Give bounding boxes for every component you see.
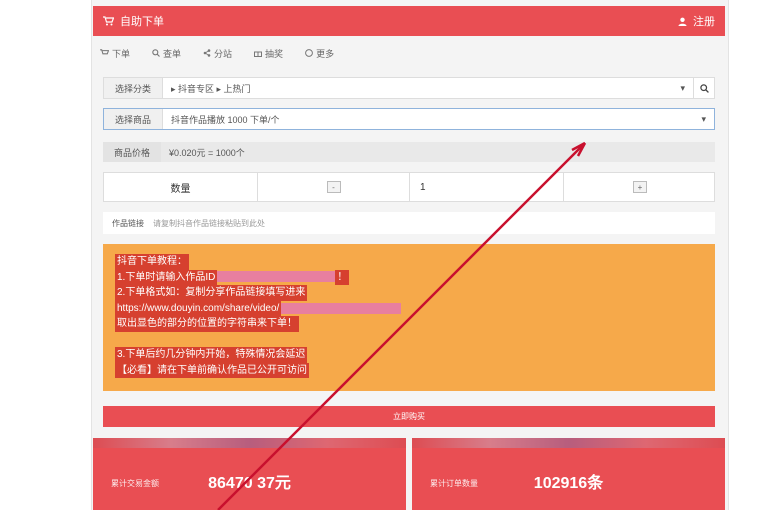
page-title: 自助下单 (120, 16, 164, 28)
stat-strip (93, 438, 406, 448)
notice-line: 1.下单时请输入作品ID (115, 269, 218, 286)
link-input-row: 作品链接 请复制抖音作品链接粘贴到此处 (103, 212, 715, 234)
stat-value: 86470 37元 (208, 475, 291, 492)
stat-total-amount: 86470 37元 累计交易金额 (93, 438, 406, 510)
info-icon (305, 49, 313, 57)
category-row: 选择分类 ▸ 抖音专区 ▸ 上热门 ▾ (103, 77, 715, 99)
buy-button[interactable]: 立即购买 (103, 406, 715, 427)
tab-share[interactable]: 分站 (203, 47, 232, 60)
link-input[interactable]: 请复制抖音作品链接粘贴到此处 (153, 218, 265, 229)
quantity-minus-cell: - (258, 173, 410, 201)
redacted-block (217, 271, 336, 283)
search-icon (152, 49, 160, 57)
category-label: 选择分类 (104, 78, 163, 98)
category-search-button[interactable] (693, 78, 714, 98)
price-value: ¥0.020元 = 1000个 (161, 142, 715, 162)
notice-line: 【必看】请在下单前确认作品已公开可访问 (115, 362, 309, 379)
redacted-block (281, 302, 402, 314)
tab-order[interactable]: 下单 (100, 47, 130, 60)
quantity-input[interactable]: 1 (410, 173, 564, 201)
stat-value: 102916条 (533, 475, 604, 492)
quantity-plus-button[interactable]: + (633, 181, 647, 193)
header-bar: 自助下单 注册 (93, 6, 725, 36)
stat-total-orders: 102916条 累计订单数量 (412, 438, 725, 510)
notice-line: ！ (335, 269, 350, 286)
stat-label: 累计交易金额 (111, 479, 159, 488)
product-row: 选择商品 抖音作品播放 1000 下单/个 ▾ (103, 108, 715, 130)
quantity-label: 数量 (104, 173, 258, 201)
notice-line: 抖音下单教程： (115, 254, 189, 270)
category-select[interactable]: ▸ 抖音专区 ▸ 上热门 ▾ (163, 78, 693, 98)
price-label: 商品价格 (103, 142, 161, 162)
tab-query[interactable]: 查单 (152, 47, 181, 60)
notice-link: https://www.douyin.com/share/video/ (115, 300, 282, 317)
cart-icon (100, 49, 109, 55)
notice-line: 3.下单后约几分钟内开始，特殊情况会延迟 (115, 346, 308, 363)
tab-bar: 下单 查单 分站 抽奖 更多 (100, 43, 720, 63)
user-icon (678, 17, 687, 26)
register-link[interactable]: 注册 (678, 13, 715, 29)
search-icon (699, 83, 709, 93)
share-icon (203, 49, 211, 57)
caret-down-icon: ▾ (680, 82, 685, 93)
tab-gift[interactable]: 抽奖 (254, 47, 283, 60)
tab-more[interactable]: 更多 (305, 47, 334, 60)
cart-icon (103, 16, 114, 26)
quantity-plus-cell: + (564, 173, 716, 201)
stats-panel: 86470 37元 累计交易金额 102916条 累计订单数量 (93, 438, 725, 510)
notice-line: 2.下单格式如：复制分享作品链接填写进来 (115, 285, 308, 301)
link-label: 作品链接 (112, 218, 144, 228)
caret-down-icon: ▾ (701, 113, 706, 124)
notice-line: 取出显色的部分的位置的字符串来下单！ (115, 316, 299, 332)
notice-panel: 抖音下单教程： 1.下单时请输入作品ID ！ 2.下单格式如：复制分享作品链接填写… (103, 244, 715, 391)
stat-label: 累计订单数量 (430, 479, 478, 488)
gift-icon (254, 51, 263, 57)
quantity-minus-button[interactable]: - (326, 181, 341, 193)
product-label: 选择商品 (104, 109, 163, 129)
stat-strip (412, 438, 725, 448)
quantity-row: 数量 - 1 + (103, 172, 715, 202)
price-row: 商品价格 ¥0.020元 = 1000个 (103, 142, 715, 162)
product-select[interactable]: 抖音作品播放 1000 下单/个 ▾ (163, 109, 714, 129)
